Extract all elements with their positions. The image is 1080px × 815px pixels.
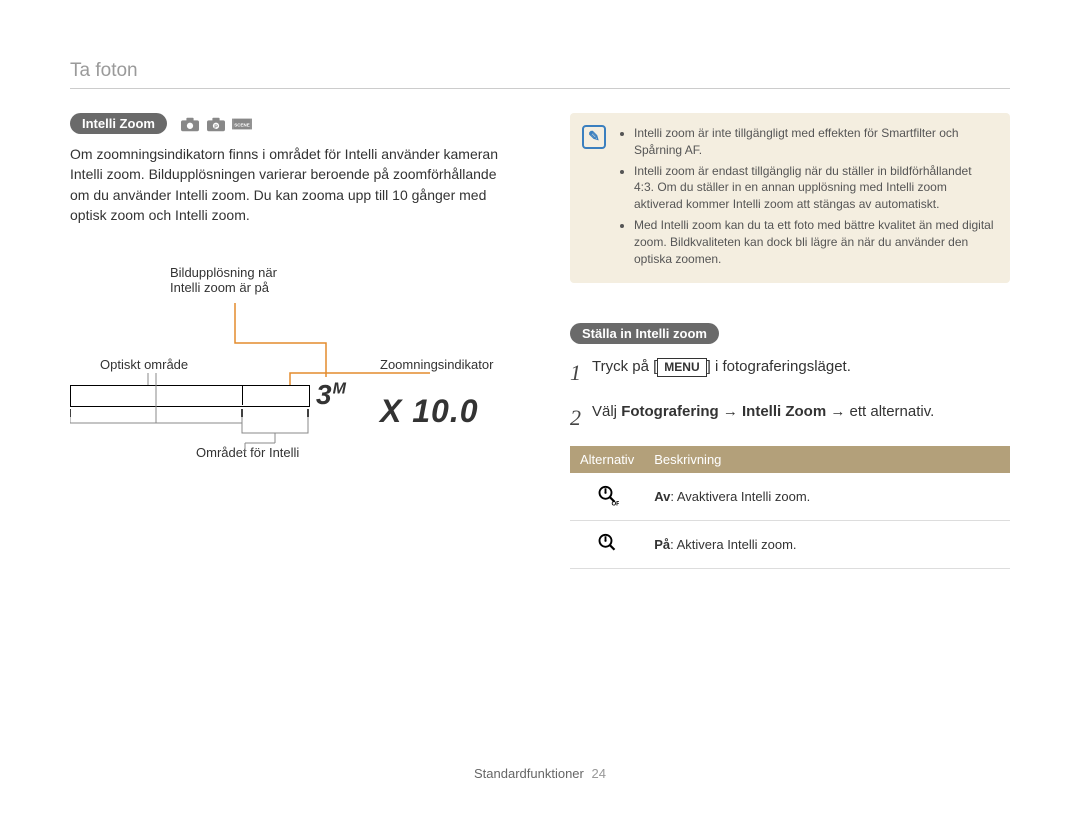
options-header-alternativ: Alternativ — [570, 446, 644, 473]
options-table: Alternativ Beskrivning OFF — [570, 446, 1010, 569]
resolution-label-line1: Bildupplösning när — [170, 265, 320, 280]
scene-icon: SCENE — [231, 115, 253, 133]
zoom-factor-readout: X 10.0 — [380, 393, 479, 430]
svg-text:P: P — [215, 124, 219, 130]
top-divider — [70, 88, 1010, 89]
svg-text:SCENE: SCENE — [235, 122, 251, 127]
page-footer: Standardfunktioner 24 — [0, 766, 1080, 781]
info-bullet-3: Med Intelli zoom kan du ta ett foto med … — [634, 217, 994, 267]
svg-text:OFF: OFF — [612, 502, 620, 508]
zoom-bar-optical-segment — [70, 385, 243, 405]
option-row-on: På: Aktivera Intelli zoom. — [570, 521, 1010, 569]
resolution-label-line2: Intelli zoom är på — [170, 280, 320, 295]
step-number-2: 2 — [570, 401, 592, 434]
resolution-readout: 3M — [316, 379, 347, 411]
camera-p-icon: P — [205, 115, 227, 133]
optical-area-label: Optiskt område — [100, 357, 188, 372]
intelli-zoom-on-icon — [595, 531, 619, 555]
step-number-1: 1 — [570, 356, 592, 389]
intelli-area-label: Området för Intelli — [196, 445, 299, 460]
section-pill-intelli-zoom: Intelli Zoom — [70, 113, 167, 134]
breadcrumb: Ta foton — [70, 60, 1010, 82]
intro-paragraph: Om zoomningsindikatorn finns i området f… — [70, 144, 510, 225]
options-header-beskrivning: Beskrivning — [644, 446, 1010, 473]
option-row-off: OFF Av: Avaktivera Intelli zoom. — [570, 473, 1010, 521]
info-icon: ✎ — [582, 125, 606, 149]
zoom-indicator-label: Zoomningsindikator — [380, 357, 493, 372]
zoom-diagram: Bildupplösning när Intelli zoom är på Op… — [70, 265, 510, 465]
info-bullet-2: Intelli zoom är endast tillgänglig när d… — [634, 163, 994, 213]
section-pill-set-intelli-zoom: Ställa in Intelli zoom — [570, 323, 719, 344]
intelli-zoom-off-icon: OFF — [595, 483, 619, 507]
step-2-text: Välj Fotografering → Intelli Zoom → ett … — [592, 401, 934, 424]
info-bullet-1: Intelli zoom är inte tillgängligt med ef… — [634, 125, 994, 159]
mode-icons: P SCENE — [179, 115, 253, 133]
camera-smart-icon — [179, 115, 201, 133]
footer-page-number: 24 — [592, 766, 606, 781]
step-1-text: Tryck på [MENU] i fotograferingsläget. — [592, 356, 851, 379]
menu-key: MENU — [657, 358, 706, 378]
info-note-box: ✎ Intelli zoom är inte tillgängligt med … — [570, 113, 1010, 283]
footer-section: Standardfunktioner — [474, 766, 584, 781]
